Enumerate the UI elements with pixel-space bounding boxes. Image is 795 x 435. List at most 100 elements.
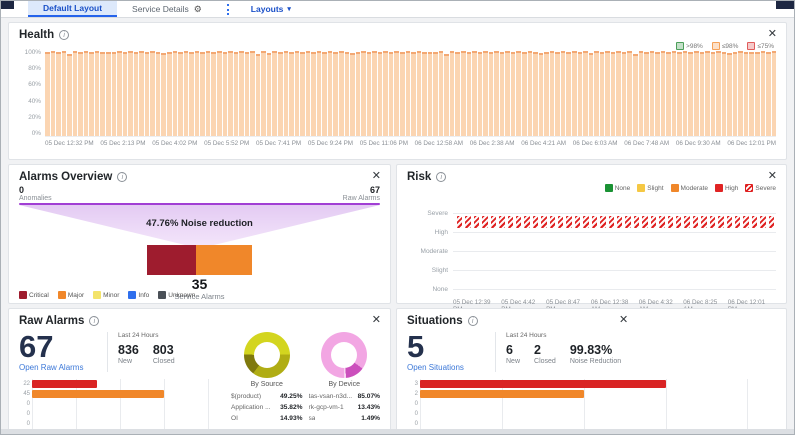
hbar [544,52,549,136]
hatch-block [617,216,622,228]
hbar [722,52,727,136]
sev-val: 2 [408,391,418,397]
dashboard-screen: Default Layout Service Details ⚙ Layouts… [0,0,795,435]
open-situations-link[interactable]: Open Situations [407,363,485,372]
hbar [417,51,422,136]
sev-val: 0 [408,411,418,417]
service-alarms-value: 35 [19,276,380,292]
open-raw-alarms-block: 67 Open Raw Alarms [19,332,97,372]
sev-val: 22 [20,381,30,387]
hbar [467,52,472,136]
close-icon[interactable]: ✕ [768,29,777,40]
raw-alarms-title: Raw Alarms i [19,315,380,327]
xtick: 06 Dec 7:48 AM [624,140,669,147]
hbar [378,52,383,136]
health-title-text: Health [19,29,54,41]
situations-severity-chart: 3200001234 [407,379,776,435]
raw-alarms-panel: Raw Alarms i ✕ 67 Open Raw Alarms [8,308,391,435]
hbar [239,51,244,136]
hbar [67,54,72,136]
hbar [145,52,150,136]
tab-default-layout-label: Default Layout [43,3,102,13]
hatch-block [668,216,673,228]
risk-ylabel: High [407,229,448,236]
situations-stats: 5 Open Situations Last 24 Hours 6New2Clo… [407,332,776,372]
close-icon[interactable]: ✕ [372,315,381,326]
xtick: 06 Dec 12:01 PM [727,140,776,147]
chip [605,184,613,192]
hatch-block [575,216,580,228]
tname: Application ... [231,403,271,414]
hbar [478,52,483,136]
hbar [511,52,516,136]
sev-bar [420,380,666,388]
stat-lab: Closed [153,358,175,365]
hbar [117,51,122,136]
trow: rk-gcp-vm-113.43% [309,403,381,414]
service-alarms-bar[interactable] [147,245,253,275]
hatch-block [684,216,689,228]
hatch-block [533,216,538,228]
horizontal-scrollbar[interactable] [1,429,794,434]
hbar [306,51,311,136]
tab-service-details[interactable]: Service Details ⚙ [117,1,217,17]
window-edge-right [776,1,794,9]
info-icon[interactable]: i [117,172,127,182]
hbar [389,52,394,136]
gear-icon[interactable]: ⚙ [194,5,202,14]
close-icon[interactable]: ✕ [619,315,628,326]
tpct: 35.82% [280,403,302,414]
hatch-block [710,216,715,228]
hbar [134,52,139,136]
stat-val: 803 [153,343,175,357]
stat-lab: New [118,358,139,365]
close-icon[interactable]: ✕ [768,171,777,182]
trow: OI14.93% [231,414,303,425]
hbar [455,52,460,136]
sev-row: 0 [32,400,223,409]
by-device-column: By Device tas-vsan-n3d...85.07%rk-gcp-vm… [309,329,381,435]
health-title: Health i [19,29,776,41]
raw-severity-chart: 2245000015304560 [19,379,223,435]
hbar [361,51,366,136]
raw-alarms-endpoint: 67 Raw Alarms [343,185,380,202]
hbar [516,51,521,136]
tname: sa [309,414,316,425]
info-icon[interactable]: i [89,316,99,326]
layouts-dropdown[interactable]: Layouts ▾ [251,1,291,17]
ytick: 60% [28,81,41,88]
dashboard-content: Health i ✕ >98%≤98%≤75% 100%80%60%40%20%… [1,18,794,435]
by-source-donut[interactable] [244,332,290,378]
stat-lab: Noise Reduction [570,358,621,365]
info-icon[interactable]: i [59,30,69,40]
hbar [295,51,300,136]
hbar [45,52,50,136]
stat: 803Closed [153,343,175,365]
hbar [439,51,444,136]
risk-line [453,270,776,271]
tpct: 85.07% [358,392,380,403]
xtick: 05 Dec 11:06 PM [360,140,408,147]
funnel-endpoints: 0 Anomalies 67 Raw Alarms [19,185,380,202]
tab-default-layout[interactable]: Default Layout [28,1,117,17]
by-device-donut[interactable] [321,332,367,378]
hbar [461,51,466,136]
hbar [522,52,527,136]
hbar [161,53,166,136]
hbar [578,52,583,136]
trow: Application ... 35.82% [231,403,303,414]
sev-row: 3 [420,380,776,389]
hbar [300,52,305,136]
hbar [500,52,505,136]
last-24h-block: Last 24 Hours 6New2Closed99.83%Noise Red… [506,332,621,365]
sev-bar [32,390,164,398]
health-chart: 100%80%60%40%20%0% [19,49,776,137]
close-icon[interactable]: ✕ [372,171,381,182]
hbar [311,52,316,136]
info-icon[interactable]: i [436,172,446,182]
raw-alarms-stats: 67 Open Raw Alarms Last 24 Hours 836New8… [19,332,231,372]
open-raw-alarms-link[interactable]: Open Raw Alarms [19,363,97,372]
info-icon[interactable]: i [468,316,478,326]
stat: 99.83%Noise Reduction [570,343,621,365]
hbar [345,52,350,136]
